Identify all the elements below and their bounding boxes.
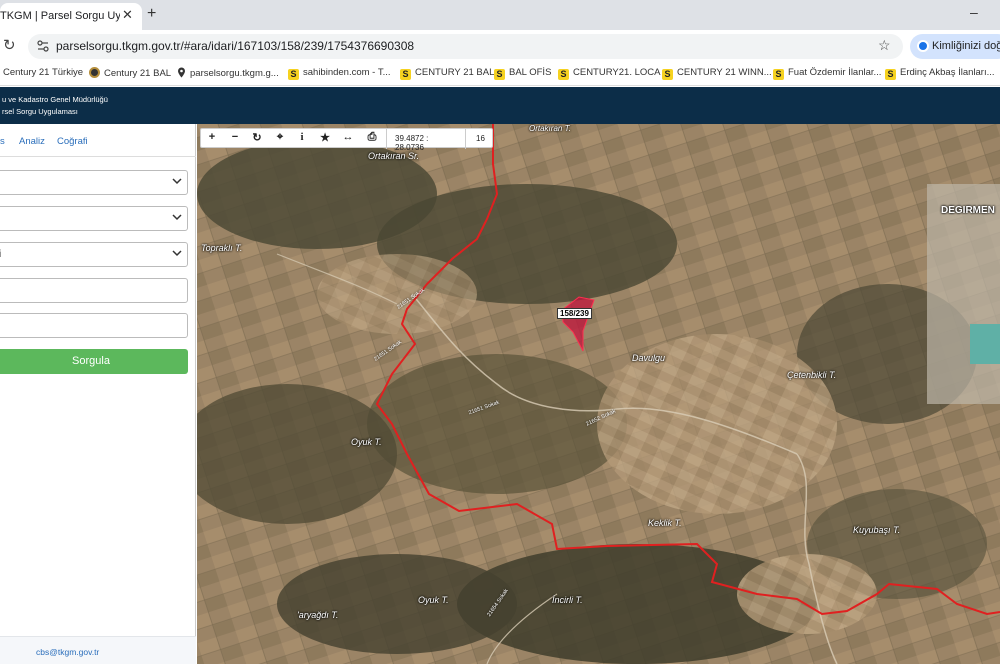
sahibinden-icon: S xyxy=(662,69,673,80)
map-label-keklik: Keklik T. xyxy=(648,518,682,528)
tab-idari[interactable]: s xyxy=(0,136,5,147)
map-label-kuyubasi: Kuyubaşı T. xyxy=(853,525,901,535)
profile-label: Kimliğinizi doğrulayın xyxy=(932,40,1000,52)
coordinate-readout: 39.4872 : 28.0736 xyxy=(386,129,456,152)
zoom-out-button[interactable]: − xyxy=(227,131,243,143)
bookmark-label: CENTURY 21 WINN... xyxy=(677,67,772,78)
map-toolbar: + − ↻ ⌖ i ★ ↔ ⎙ 39.4872 : 28.0736 16 xyxy=(200,128,493,152)
browser-tab-strip: TKGM | Parsel Sorgu Uygulaması ✕ + – xyxy=(0,0,1000,30)
sorgula-button[interactable]: Sorgula xyxy=(0,349,188,374)
bookmarks-bar: Century 21 Türkiye Century 21 BAL parsel… xyxy=(0,62,1000,86)
bookmark-item[interactable]: S CENTURY 21 WINN... xyxy=(662,67,772,80)
measure-icon[interactable]: ↔ xyxy=(340,131,356,143)
map-label-cetenbikli: Çetenbikli T. xyxy=(787,370,837,380)
new-tab-button[interactable]: + xyxy=(147,5,156,23)
app-header-title: rsel Sorgu Uygulaması xyxy=(2,107,78,116)
bookmark-item[interactable]: S Fuat Özdemir İlanlar... xyxy=(773,67,881,80)
mahalle-select-value: i xyxy=(0,249,2,260)
chevron-down-icon xyxy=(172,250,182,257)
tab-close-icon[interactable]: ✕ xyxy=(122,7,133,23)
bookmark-item[interactable]: Century 21 Türkiye xyxy=(3,67,83,78)
bookmark-label: Century 21 Türkiye xyxy=(3,67,84,78)
tab-analiz[interactable]: Analiz xyxy=(19,136,45,147)
reload-icon[interactable]: ↻ xyxy=(3,36,16,54)
bookmark-label: BAL OFİS xyxy=(509,67,552,78)
bookmark-star-icon[interactable]: ☆ xyxy=(878,37,891,54)
print-icon[interactable]: ⎙ xyxy=(364,131,380,144)
map-label-oyuk-1: Oyuk T. xyxy=(351,437,382,447)
map-label-yagdi: 'aryağdı T. xyxy=(297,610,339,620)
tab-title: TKGM | Parsel Sorgu Uygulaması xyxy=(0,10,120,22)
sahibinden-icon: S xyxy=(400,69,411,80)
map-label-davulgu: Davulgu xyxy=(632,353,666,363)
chevron-down-icon xyxy=(172,214,182,221)
zoom-in-button[interactable]: + xyxy=(204,131,220,143)
bookmark-label: CENTURY 21 BAL xyxy=(415,67,495,78)
bookmark-label: Erdinç Akbaş İlanları... xyxy=(900,67,995,78)
parcel-label[interactable]: 158/239 xyxy=(557,308,592,319)
map-label-oyuk-2: Oyuk T. xyxy=(418,595,449,605)
bookmark-label: Century 21 BAL xyxy=(104,68,172,79)
bookmark-label: parselsorgu.tkgm.g... xyxy=(190,68,279,79)
parsel-input[interactable] xyxy=(0,313,188,338)
zoom-level-readout: 16 xyxy=(465,129,493,149)
ilce-select[interactable] xyxy=(0,206,188,231)
map-label-ortakiran-t: Ortakıran T. xyxy=(529,124,571,133)
sahibinden-icon: S xyxy=(494,69,505,80)
bookmark-item[interactable]: Century 21 BAL xyxy=(89,67,171,79)
profile-button[interactable]: Kimliğinizi doğrulayın xyxy=(910,34,1000,59)
sahibinden-icon: S xyxy=(773,69,784,80)
mahalle-select[interactable]: i xyxy=(0,242,188,267)
panel-tabs: s Analiz Coğrafi xyxy=(0,124,196,157)
url-text[interactable]: parselsorgu.tkgm.gov.tr/#ara/idari/16710… xyxy=(56,39,414,53)
sahibinden-icon: S xyxy=(558,69,569,80)
bookmark-item[interactable]: S CENTURY 21 BAL xyxy=(400,67,494,80)
bookmark-label: sahibinden.com - T... xyxy=(303,67,391,78)
bookmark-item[interactable]: Ssahibinden.com - T... xyxy=(288,67,390,80)
app-header: u ve Kadastro Genel Müdürlüğü rsel Sorgu… xyxy=(0,87,1000,124)
profile-avatar-icon xyxy=(917,40,929,52)
ada-input[interactable] xyxy=(0,278,188,303)
bookmark-item[interactable]: parselsorgu.tkgm.g... xyxy=(177,67,279,79)
map-label-degirmen: DEGIRMEN xyxy=(941,205,995,216)
panel-footer: cbs@tkgm.gov.tr xyxy=(0,636,196,664)
query-panel: s Analiz Coğrafi i Sorgula cbs@tkgm.gov.… xyxy=(0,124,196,664)
bookmark-label: Fuat Özdemir İlanlar... xyxy=(788,67,882,78)
info-icon[interactable]: i xyxy=(294,131,310,143)
address-bar[interactable]: parselsorgu.tkgm.gov.tr/#ara/idari/16710… xyxy=(28,34,903,59)
map-imagery xyxy=(197,124,1000,664)
contact-email-link[interactable]: cbs@tkgm.gov.tr xyxy=(36,647,99,657)
tab-cografi[interactable]: Coğrafi xyxy=(57,136,88,147)
locate-icon[interactable]: ⌖ xyxy=(272,131,288,144)
il-select[interactable] xyxy=(0,170,188,195)
sahibinden-icon: S xyxy=(885,69,896,80)
map-label-toprakli: Topraklı T. xyxy=(201,243,243,253)
satellite-map[interactable] xyxy=(197,124,1000,664)
century-icon xyxy=(89,67,100,78)
site-info-icon[interactable] xyxy=(36,39,50,53)
sahibinden-icon: S xyxy=(288,69,299,80)
favorite-star-icon[interactable]: ★ xyxy=(317,131,333,144)
bookmark-item[interactable]: S CENTURY21. LOCA xyxy=(558,67,660,80)
bookmark-item[interactable]: S Erdinç Akbaş İlanları... xyxy=(885,67,995,80)
pin-icon xyxy=(178,67,185,78)
refresh-icon[interactable]: ↻ xyxy=(249,131,265,144)
chevron-down-icon xyxy=(172,178,182,185)
map-label-incirli: İncirli T. xyxy=(552,595,583,605)
app-header-org: u ve Kadastro Genel Müdürlüğü xyxy=(2,95,108,104)
browser-tab-active[interactable]: TKGM | Parsel Sorgu Uygulaması ✕ xyxy=(0,3,142,30)
bookmark-item[interactable]: S BAL OFİS xyxy=(494,67,551,80)
minimize-window-button[interactable]: – xyxy=(970,4,978,20)
bookmark-label: CENTURY21. LOCA xyxy=(573,67,661,78)
browser-toolbar: ↻ parselsorgu.tkgm.gov.tr/#ara/idari/167… xyxy=(0,30,1000,62)
map-label-ortakiran-sr: Ortakıran Sr. xyxy=(368,151,420,161)
